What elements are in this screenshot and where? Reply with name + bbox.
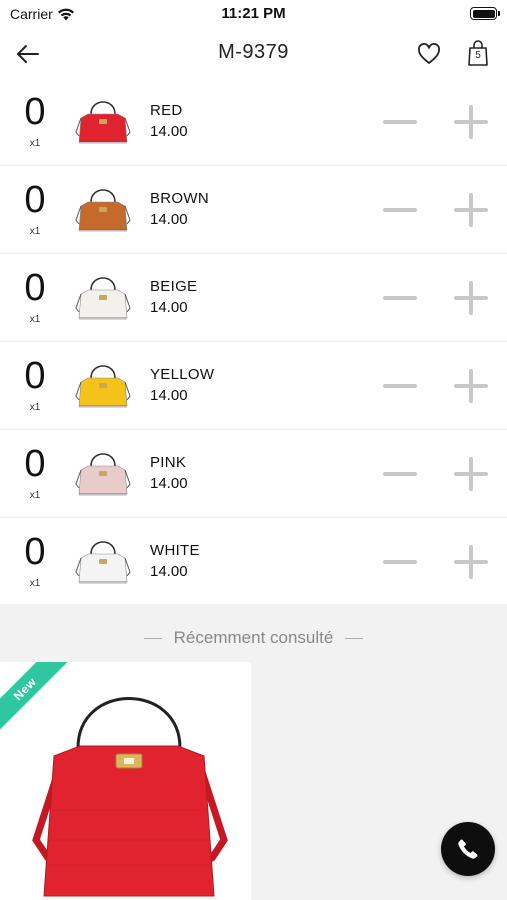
recently-viewed-section: Récemment consulté New [0,604,507,900]
handbag-thumbnail[interactable] [72,444,134,504]
back-button[interactable] [14,40,42,68]
variant-row-pink: 0 x1 PINK 14.00 [0,430,507,518]
variant-row-red: 0 x1 RED 14.00 [0,78,507,166]
divider [345,637,364,639]
recent-product-card[interactable]: New [0,662,251,900]
variant-price: 14.00 [150,387,188,404]
variant-color-label: BROWN [150,190,209,207]
handbag-image [32,697,228,897]
increase-quantity-button[interactable] [450,366,492,406]
variant-color-label: WHITE [150,542,200,559]
pack-multiplier: x1 [29,226,41,237]
variant-row-brown: 0 x1 BROWN 14.00 [0,166,507,254]
plus-icon [454,281,488,315]
divider [143,637,162,639]
decrease-quantity-button[interactable] [380,366,420,406]
quantity-value: 0 [24,91,46,133]
battery-icon [470,7,500,20]
increase-quantity-button[interactable] [450,542,492,582]
variant-color-label: YELLOW [150,366,215,383]
favorite-button[interactable] [415,40,443,68]
cart-button[interactable]: 5 [463,38,493,68]
plus-icon [454,193,488,227]
recently-viewed-header: Récemment consulté [0,628,507,648]
variant-color-label: BEIGE [150,278,198,295]
call-button[interactable] [441,822,495,876]
pack-multiplier: x1 [29,490,41,501]
plus-icon [454,545,488,579]
variant-price: 14.00 [150,211,188,228]
variant-row-yellow: 0 x1 YELLOW 14.00 [0,342,507,430]
decrease-quantity-button[interactable] [380,454,420,494]
minus-icon [383,296,417,300]
decrease-quantity-button[interactable] [380,102,420,142]
handbag-thumbnail[interactable] [72,268,134,328]
minus-icon [383,384,417,388]
status-time: 11:21 PM [221,5,286,22]
quantity-value: 0 [24,355,46,397]
quantity-value: 0 [24,267,46,309]
decrease-quantity-button[interactable] [380,190,420,230]
recently-viewed-title: Récemment consulté [173,628,334,647]
quantity-value: 0 [24,531,46,573]
variant-list: 0 x1 RED 14.00 0 x1 BROWN 14.00 0 x1 BEI… [0,78,507,606]
decrease-quantity-button[interactable] [380,542,420,582]
increase-quantity-button[interactable] [450,278,492,318]
pack-multiplier: x1 [29,578,41,589]
plus-icon [454,369,488,403]
pack-multiplier: x1 [29,138,41,149]
heart-icon [418,43,440,64]
handbag-thumbnail[interactable] [72,180,134,240]
minus-icon [383,120,417,124]
variant-price: 14.00 [150,123,188,140]
minus-icon [383,208,417,212]
quantity-value: 0 [24,179,46,221]
minus-icon [383,472,417,476]
variant-price: 14.00 [150,475,188,492]
arrow-left-icon [17,45,39,63]
increase-quantity-button[interactable] [450,102,492,142]
pack-multiplier: x1 [29,402,41,413]
variant-color-label: RED [150,102,183,119]
handbag-thumbnail[interactable] [72,92,134,152]
quantity-value: 0 [24,443,46,485]
handbag-thumbnail[interactable] [72,356,134,416]
minus-icon [383,560,417,564]
variant-color-label: PINK [150,454,187,471]
plus-icon [454,105,488,139]
cart-count-badge: 5 [475,50,481,61]
increase-quantity-button[interactable] [450,454,492,494]
status-bar: Carrier 11:21 PM [0,0,507,28]
pack-multiplier: x1 [29,314,41,325]
increase-quantity-button[interactable] [450,190,492,230]
handbag-thumbnail[interactable] [72,532,134,592]
nav-bar: M-9379 5 [0,28,507,80]
variant-row-beige: 0 x1 BEIGE 14.00 [0,254,507,342]
decrease-quantity-button[interactable] [380,278,420,318]
variant-price: 14.00 [150,563,188,580]
phone-icon [458,839,478,859]
plus-icon [454,457,488,491]
variant-row-white: 0 x1 WHITE 14.00 [0,518,507,606]
variant-price: 14.00 [150,299,188,316]
